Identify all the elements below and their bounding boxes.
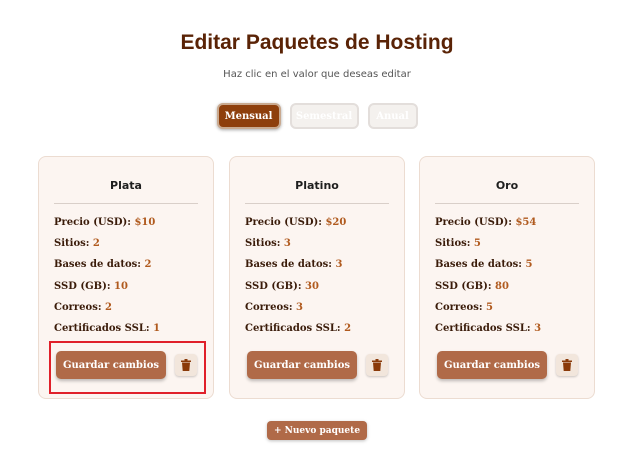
spec-emails: Correos: 5: [435, 302, 584, 323]
delete-button[interactable]: [175, 354, 197, 376]
spec-sites: Sitios: 5: [435, 238, 584, 259]
spec-label: Precio (USD):: [245, 217, 326, 228]
spec-databases: Bases de datos: 2: [54, 259, 203, 280]
save-button[interactable]: Guardar cambios: [247, 351, 357, 379]
card-divider: [245, 203, 389, 204]
delete-button[interactable]: [556, 354, 578, 376]
sites-value[interactable]: 5: [474, 238, 481, 249]
package-name: Plata: [110, 179, 142, 192]
spec-label: SSD (GB):: [54, 280, 115, 292]
emails-value[interactable]: 5: [486, 302, 493, 313]
price-value[interactable]: $54: [515, 217, 536, 228]
databases-value[interactable]: 2: [144, 259, 151, 270]
spec-list: Precio (USD): $10 Sitios: 2 Bases de dat…: [54, 217, 203, 344]
spec-ssd: SSD (GB): 30: [245, 281, 394, 302]
trash-icon: [372, 359, 382, 371]
spec-label: Precio (USD):: [435, 217, 516, 228]
spec-ssd: SSD (GB): 10: [54, 281, 203, 302]
spec-label: Correos:: [54, 301, 106, 313]
package-card-plata: Plata Precio (USD): $10 Sitios: 2 Bases …: [38, 156, 214, 399]
emails-value[interactable]: 3: [296, 302, 303, 313]
spec-label: Bases de datos:: [54, 259, 145, 271]
save-button[interactable]: Guardar cambios: [56, 351, 166, 379]
page-subtitle: Haz clic en el valor que deseas editar: [223, 69, 411, 80]
period-button-anual[interactable]: Anual: [367, 103, 418, 129]
spec-label: Certificados SSL:: [435, 322, 535, 334]
ssl-value[interactable]: 2: [344, 323, 351, 334]
trash-icon: [562, 359, 572, 371]
ssd-value[interactable]: 30: [305, 281, 319, 292]
spec-label: Certificados SSL:: [245, 322, 345, 334]
spec-databases: Bases de datos: 3: [245, 259, 394, 280]
card-divider: [54, 203, 198, 204]
spec-ssl: Certificados SSL: 3: [435, 323, 584, 344]
period-button-semestral[interactable]: Semestral: [289, 103, 359, 129]
package-card-platino: Platino Precio (USD): $20 Sitios: 3 Base…: [229, 156, 405, 399]
spec-ssl: Certificados SSL: 2: [245, 323, 394, 344]
spec-list: Precio (USD): $20 Sitios: 3 Bases de dat…: [245, 217, 394, 344]
spec-price: Precio (USD): $10: [54, 217, 203, 238]
price-value[interactable]: $10: [134, 217, 155, 228]
spec-label: Sitios:: [435, 238, 474, 250]
spec-label: Bases de datos:: [245, 259, 336, 271]
card-divider: [435, 203, 579, 204]
period-selector: Mensual Semestral Anual: [0, 103, 634, 129]
spec-emails: Correos: 2: [54, 302, 203, 323]
spec-sites: Sitios: 2: [54, 238, 203, 259]
emails-value[interactable]: 2: [105, 302, 112, 313]
package-card-oro: Oro Precio (USD): $54 Sitios: 5 Bases de…: [419, 156, 595, 399]
package-name: Oro: [495, 179, 519, 192]
period-button-mensual[interactable]: Mensual: [216, 103, 281, 129]
spec-label: Certificados SSL:: [54, 322, 154, 334]
sites-value[interactable]: 2: [93, 238, 100, 249]
spec-label: SSD (GB):: [245, 280, 306, 292]
sites-value[interactable]: 3: [284, 238, 291, 249]
ssl-value[interactable]: 1: [153, 323, 160, 334]
delete-button[interactable]: [366, 354, 388, 376]
spec-label: Correos:: [435, 301, 487, 313]
spec-price: Precio (USD): $54: [435, 217, 584, 238]
databases-value[interactable]: 5: [525, 259, 532, 270]
page-title: Editar Paquetes de Hosting: [180, 31, 454, 54]
spec-sites: Sitios: 3: [245, 238, 394, 259]
price-value[interactable]: $20: [325, 217, 346, 228]
spec-label: Precio (USD):: [54, 217, 135, 228]
spec-label: Correos:: [245, 301, 297, 313]
spec-price: Precio (USD): $20: [245, 217, 394, 238]
package-name: Platino: [295, 179, 339, 192]
ssl-value[interactable]: 3: [534, 323, 541, 334]
databases-value[interactable]: 3: [335, 259, 342, 270]
save-button[interactable]: Guardar cambios: [437, 351, 547, 379]
spec-ssl: Certificados SSL: 1: [54, 323, 203, 344]
ssd-value[interactable]: 10: [114, 281, 128, 292]
new-package-button[interactable]: + Nuevo paquete: [267, 421, 367, 440]
spec-emails: Correos: 3: [245, 302, 394, 323]
spec-label: Bases de datos:: [435, 259, 526, 271]
spec-list: Precio (USD): $54 Sitios: 5 Bases de dat…: [435, 217, 584, 344]
trash-icon: [181, 359, 191, 371]
spec-databases: Bases de datos: 5: [435, 259, 584, 280]
spec-label: SSD (GB):: [435, 280, 496, 292]
spec-ssd: SSD (GB): 80: [435, 281, 584, 302]
ssd-value[interactable]: 80: [495, 281, 509, 292]
spec-label: Sitios:: [245, 238, 284, 250]
spec-label: Sitios:: [54, 238, 93, 250]
